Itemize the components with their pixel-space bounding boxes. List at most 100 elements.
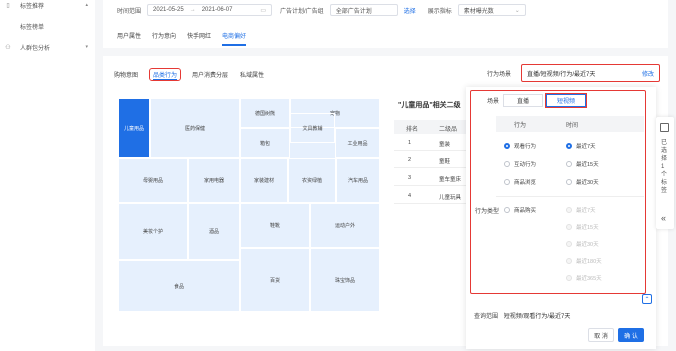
table-row: 2 童鞋 (394, 153, 474, 168)
table-row: 1 童装 (394, 136, 474, 151)
double-chevron-left-icon[interactable]: « (661, 213, 666, 223)
radio-icon (566, 161, 572, 167)
radio-purchase-7d[interactable]: 最近7天 (566, 206, 596, 214)
treemap-cell[interactable]: 家装建材 (240, 158, 288, 203)
time-range-label: 时间范围 (117, 8, 142, 15)
sidebar: ▯ 标签推荐 ▴ 标签榜单 ⚇ 人群包分析 ▾ (0, 0, 95, 351)
metric-select[interactable]: 素材曝光数 ⌄ (457, 4, 526, 16)
category-cell: 童装 (439, 142, 451, 148)
treemap-cell[interactable]: 文具教辅 (290, 113, 335, 143)
radio-time-15d[interactable]: 最近15天 (566, 160, 599, 168)
query-range: 查询范围 短视频/观看行为/最近7天 (474, 311, 570, 320)
chevron-down-icon: ⌄ (514, 7, 520, 14)
scene-field[interactable]: 直播/短视频/行为/最近7天 修改 (521, 64, 660, 82)
subtab-private-domain[interactable]: 私域属性 (239, 68, 265, 81)
treemap-cell[interactable]: 医药保健 (150, 98, 240, 158)
treemap-cell[interactable]: 母婴用品 (118, 158, 188, 203)
treemap-cell[interactable]: 德国树熊 (240, 98, 290, 128)
radio-time-7d[interactable]: 最近7天 (566, 142, 596, 150)
scene-option-short-video[interactable]: 短视频 (545, 93, 587, 108)
rank-column-header: 排名 (406, 127, 419, 133)
selected-count-text: 已选择1个标签 (661, 140, 668, 194)
ranking-title: "儿童用品"相关二级 (398, 102, 461, 109)
radio-icon (566, 275, 572, 281)
time-column-header: 时间 (566, 123, 579, 129)
treemap-cell[interactable]: 鞋靴 (240, 203, 310, 248)
radio-label: 最近30天 (576, 180, 599, 186)
treemap-cell[interactable]: 百货 (240, 248, 310, 312)
people-icon: ⚇ (5, 44, 11, 51)
subtab-shopping-intent[interactable]: 购物意图 (113, 68, 139, 81)
ad-plan-field[interactable]: 全部广告计划 (329, 4, 398, 16)
query-range-label: 查询范围 (474, 314, 499, 320)
tab-ecommerce-preference[interactable]: 电商偏好 (222, 31, 247, 46)
select-link[interactable]: 选择 (404, 6, 416, 15)
treemap-cell[interactable]: 家用电器 (188, 158, 240, 203)
radio-time-30d[interactable]: 最近30天 (566, 178, 599, 186)
radio-purchase-15d[interactable]: 最近15天 (566, 223, 599, 231)
treemap-cell[interactable]: 农资绿植 (288, 158, 336, 203)
tab-user-attributes[interactable]: 用户属性 (117, 31, 141, 46)
radio-icon (504, 207, 510, 213)
category-treemap: 儿童用品 医药保健 德国树熊 宠物 箱包 文具教辅 工业用品 母婴用品 家用电器… (118, 98, 380, 312)
edit-link[interactable]: 修改 (642, 69, 654, 78)
subtab-category-behavior[interactable]: 品类行为 (149, 68, 182, 81)
tab-kuaishou-influencer[interactable]: 快手网红 (187, 31, 211, 46)
ranking-header: 排名 二级品 (394, 120, 474, 134)
radio-purchase-30d[interactable]: 最近30天 (566, 240, 599, 248)
sidebar-item-tag-recommend[interactable]: ▯ 标签推荐 ▴ (0, 0, 95, 11)
tab-bar: 用户属性 行为意向 快手网红 电商偏好 (117, 31, 257, 46)
treemap-cell[interactable]: 食品 (118, 260, 240, 312)
rank-cell: 3 (408, 175, 412, 181)
radio-watch-behavior[interactable]: 观看行为 (504, 142, 536, 150)
query-range-value: 短视频/观看行为/最近7天 (503, 314, 571, 320)
cancel-button[interactable]: 取 消 (588, 328, 614, 342)
table-row: 4 儿童玩具 (394, 189, 474, 204)
radio-icon (504, 179, 510, 185)
chevron-up-icon: ▴ (85, 2, 88, 8)
treemap-cell[interactable]: 酒品 (188, 203, 240, 260)
treemap-cell[interactable]: 工业用品 (335, 128, 380, 158)
scene-option-live[interactable]: 直播 (503, 94, 543, 107)
calendar-icon: ▭ (260, 7, 267, 14)
ad-plan-value: 全部广告计划 (335, 8, 372, 15)
radio-label: 最近180天 (576, 259, 602, 265)
ad-plan-label: 广告计划/广告组 (280, 8, 324, 15)
filter-card: 时间范围 2021-05-25 → 2021-06-07 ▭ 广告计划/广告组 … (103, 0, 668, 48)
treemap-cell[interactable]: 汽车用品 (336, 158, 380, 203)
radio-interact-behavior[interactable]: 互动行为 (504, 160, 536, 168)
scene-value: 直播/短视频/行为/最近7天 (527, 71, 596, 78)
rank-cell: 1 (408, 140, 412, 146)
sidebar-item-crowd-analysis[interactable]: ⚇ 人群包分析 ▾ (0, 41, 95, 53)
sidebar-item-label: 标签推荐 (20, 3, 45, 10)
confirm-button[interactable]: 确 认 (618, 328, 644, 342)
scene-label: 行为场景 (487, 72, 512, 78)
selected-tags-sidebar[interactable]: 已选择1个标签 « (656, 117, 674, 229)
treemap-cell[interactable]: 美妆个护 (118, 203, 188, 260)
sidebar-item-tag-ranking[interactable]: 标签榜单 (0, 20, 95, 32)
treemap-cell[interactable]: 箱包 (240, 128, 290, 158)
radio-purchase-365d[interactable]: 最近365天 (566, 274, 602, 282)
treemap-cell[interactable]: 儿童用品 (118, 98, 150, 158)
sidebar-item-label: 标签榜单 (20, 24, 45, 31)
treemap-cell[interactable]: 珠宝饰品 (310, 248, 380, 312)
subtab-consumption-tier[interactable]: 用户消费分层 (191, 68, 229, 81)
tag-icon: ▯ (6, 2, 10, 9)
date-range-picker[interactable]: 2021-05-25 → 2021-06-07 ▭ (147, 4, 273, 16)
behavior-type-label: 行为类型 (475, 209, 500, 215)
radio-label: 观看行为 (514, 144, 537, 150)
category-cell: 儿童玩具 (439, 195, 462, 201)
radio-label: 最近15天 (576, 225, 599, 231)
radio-icon (566, 179, 572, 185)
collapse-icon[interactable]: ⌃ (642, 294, 652, 304)
table-row: 3 童车童床 (394, 171, 474, 186)
treemap-cell[interactable]: 运动户外 (310, 203, 380, 248)
behavior-column-header: 行为 (514, 123, 527, 129)
radio-purchase-180d[interactable]: 最近180天 (566, 257, 602, 265)
tab-behavior-intent[interactable]: 行为意向 (152, 31, 176, 46)
rank-cell: 4 (408, 193, 412, 199)
radio-product-purchase[interactable]: 商品购买 (504, 206, 536, 214)
calendar-icon (660, 123, 669, 132)
radio-product-browse[interactable]: 商品浏览 (504, 178, 536, 186)
panel-scene-label: 场景 (487, 99, 500, 105)
